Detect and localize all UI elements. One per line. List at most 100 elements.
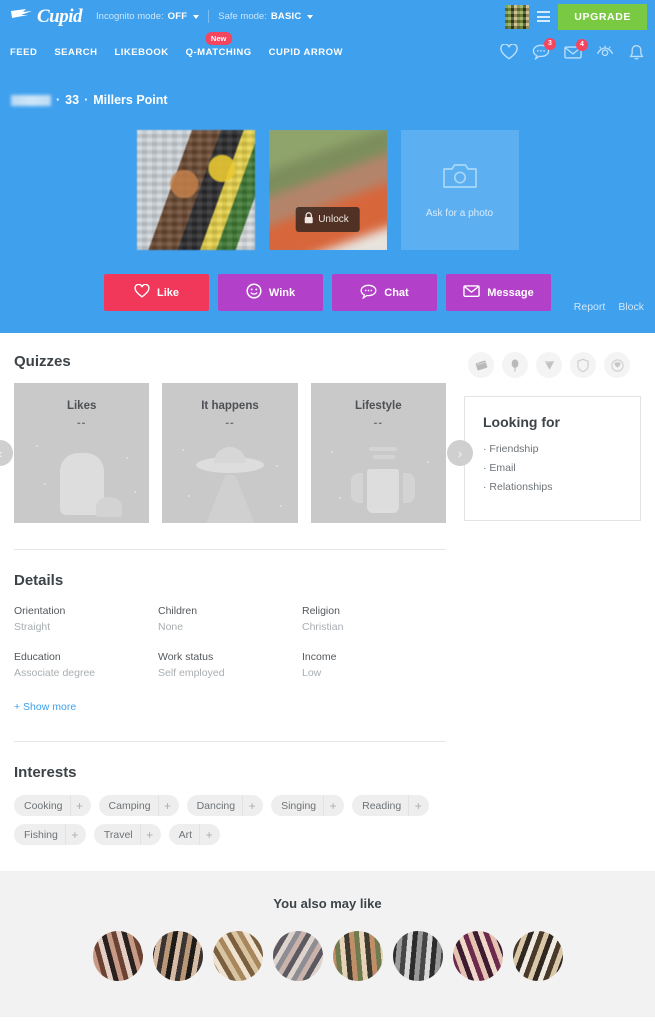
tag-label: Travel [103,828,133,841]
incognito-mode-label: Incognito mode: [96,11,164,22]
interest-tag-fishing[interactable]: Fishing + [14,824,86,845]
add-interest-icon[interactable]: + [139,824,159,845]
suggested-avatar[interactable] [512,931,563,981]
quiz-art [162,435,297,523]
bullet: · [483,443,487,455]
photo-gallery: Unlock Ask for a photo [0,130,655,250]
diamond-icon[interactable] [536,352,562,378]
detail-label: Orientation [14,605,66,617]
badge-icon[interactable] [604,352,630,378]
report-block-links: Report Block [574,301,644,313]
wink-face-icon [246,283,262,302]
suggested-avatar[interactable] [392,931,443,981]
nav-label: LIKEBOOK [114,46,169,58]
profile-photo-locked[interactable]: Unlock [268,130,387,250]
quiz-title: Lifestyle [354,400,402,412]
detail-item-religion: Religion Christian [302,605,446,633]
profile-actions: Like Wink Chat Message Report Block [0,274,655,313]
suggested-avatar[interactable] [92,931,143,981]
profile-photo-primary[interactable] [136,130,255,250]
nav-icons: 3 4 [500,38,645,61]
bullet: · [483,481,487,493]
add-interest-icon[interactable]: + [64,824,84,845]
add-interest-icon[interactable]: + [408,795,427,816]
envelope-icon[interactable]: 4 [564,38,588,60]
nav-label: FEED [10,46,38,58]
envelope-icon [463,284,481,301]
interest-tag-reading[interactable]: Reading + [352,795,430,816]
add-interest-icon[interactable]: + [157,795,177,816]
nav-item-feed[interactable]: FEED [10,47,37,58]
carousel-prev-button[interactable]: ‹ [0,440,13,466]
ice-cream-icon[interactable] [502,352,528,378]
interest-tag-travel[interactable]: Travel + [93,824,161,845]
suggested-avatar[interactable] [332,931,383,981]
unlock-label: Unlock [318,214,349,225]
ask-for-photo-tile[interactable]: Ask for a photo [400,130,519,250]
add-interest-icon[interactable]: + [242,795,261,816]
interest-tag-singing[interactable]: Singing + [271,795,345,816]
suggested-avatar[interactable] [272,931,323,981]
right-column: Looking for · Friendship · Email · Relat… [460,333,655,845]
profile-location: Millers Point [93,93,168,107]
quiz-card-it-happens[interactable]: It happens -- [162,383,298,523]
details-title: Details [14,572,64,589]
report-link[interactable]: Report [574,301,606,313]
camera-icon [442,162,477,194]
detail-value: Associate degree [14,667,96,679]
menu-icon[interactable] [537,11,551,22]
nav-links: FEED SEARCH LIKEBOOK New Q-MATCHING CUPI… [10,31,343,58]
block-link[interactable]: Block [618,301,644,313]
nav-item-search[interactable]: SEARCH [54,47,97,58]
suggested-avatar[interactable] [152,931,203,981]
incognito-mode-value: OFF [167,11,188,22]
chat-button[interactable]: Chat [332,274,437,311]
suggested-avatar[interactable] [452,931,503,981]
interest-tag-dancing[interactable]: Dancing + [186,795,264,816]
main-nav: FEED SEARCH LIKEBOOK New Q-MATCHING CUPI… [0,31,655,71]
nav-item-q-matching[interactable]: New Q-MATCHING [186,31,252,58]
chat-icon[interactable]: 3 [532,38,556,60]
add-interest-icon[interactable]: + [199,824,218,845]
bell-icon[interactable] [628,44,645,61]
heart-icon[interactable] [500,44,518,60]
quiz-score: -- [77,417,87,429]
like-button[interactable]: Like [104,274,209,311]
detail-item-work-status: Work status Self employed [158,651,302,679]
eye-icon[interactable] [596,44,614,60]
divider [208,10,210,23]
detail-item-income: Income Low [302,651,446,679]
unlock-button[interactable]: Unlock [295,207,360,232]
interest-tag-camping[interactable]: Camping + [98,795,179,816]
upgrade-button[interactable]: UPGRADE [558,3,647,30]
shield-icon[interactable] [570,352,596,378]
user-avatar[interactable] [505,4,530,29]
add-interest-icon[interactable]: + [69,795,89,816]
nav-item-likebook[interactable]: LIKEBOOK [114,47,168,58]
detail-label: Work status [158,651,214,663]
detail-item-children: Children None [158,605,302,633]
quiz-card-likes[interactable]: Likes -- [14,383,150,523]
wink-button[interactable]: Wink [218,274,323,311]
chocolate-bar-icon[interactable] [468,352,494,378]
profile-age: 33 [65,93,80,107]
tag-label: Fishing [24,828,58,841]
quiz-title: It happens [201,400,259,412]
cupid-logo[interactable]: Cupid [10,5,83,28]
show-more-link[interactable]: + Show more [14,701,76,713]
looking-for-box: Looking for · Friendship · Email · Relat… [464,396,641,521]
carousel-next-button[interactable]: › [447,440,473,466]
safe-mode-control[interactable]: Safe mode: BASIC [218,11,314,22]
interest-tag-cooking[interactable]: Cooking + [14,795,91,816]
nav-item-cupid-arrow[interactable]: CUPID ARROW [269,47,343,58]
interest-tag-art[interactable]: Art + [168,824,221,845]
suggested-avatar[interactable] [212,931,263,981]
looking-for-label: Relationships [489,481,553,493]
detail-value: Christian [302,621,344,633]
quiz-card-lifestyle[interactable]: Lifestyle -- [310,383,446,523]
message-label: Message [487,286,534,299]
message-button[interactable]: Message [446,274,551,311]
incognito-mode-control[interactable]: Incognito mode: OFF [96,11,200,22]
detail-label: Religion [302,605,340,617]
add-interest-icon[interactable]: + [323,795,342,816]
